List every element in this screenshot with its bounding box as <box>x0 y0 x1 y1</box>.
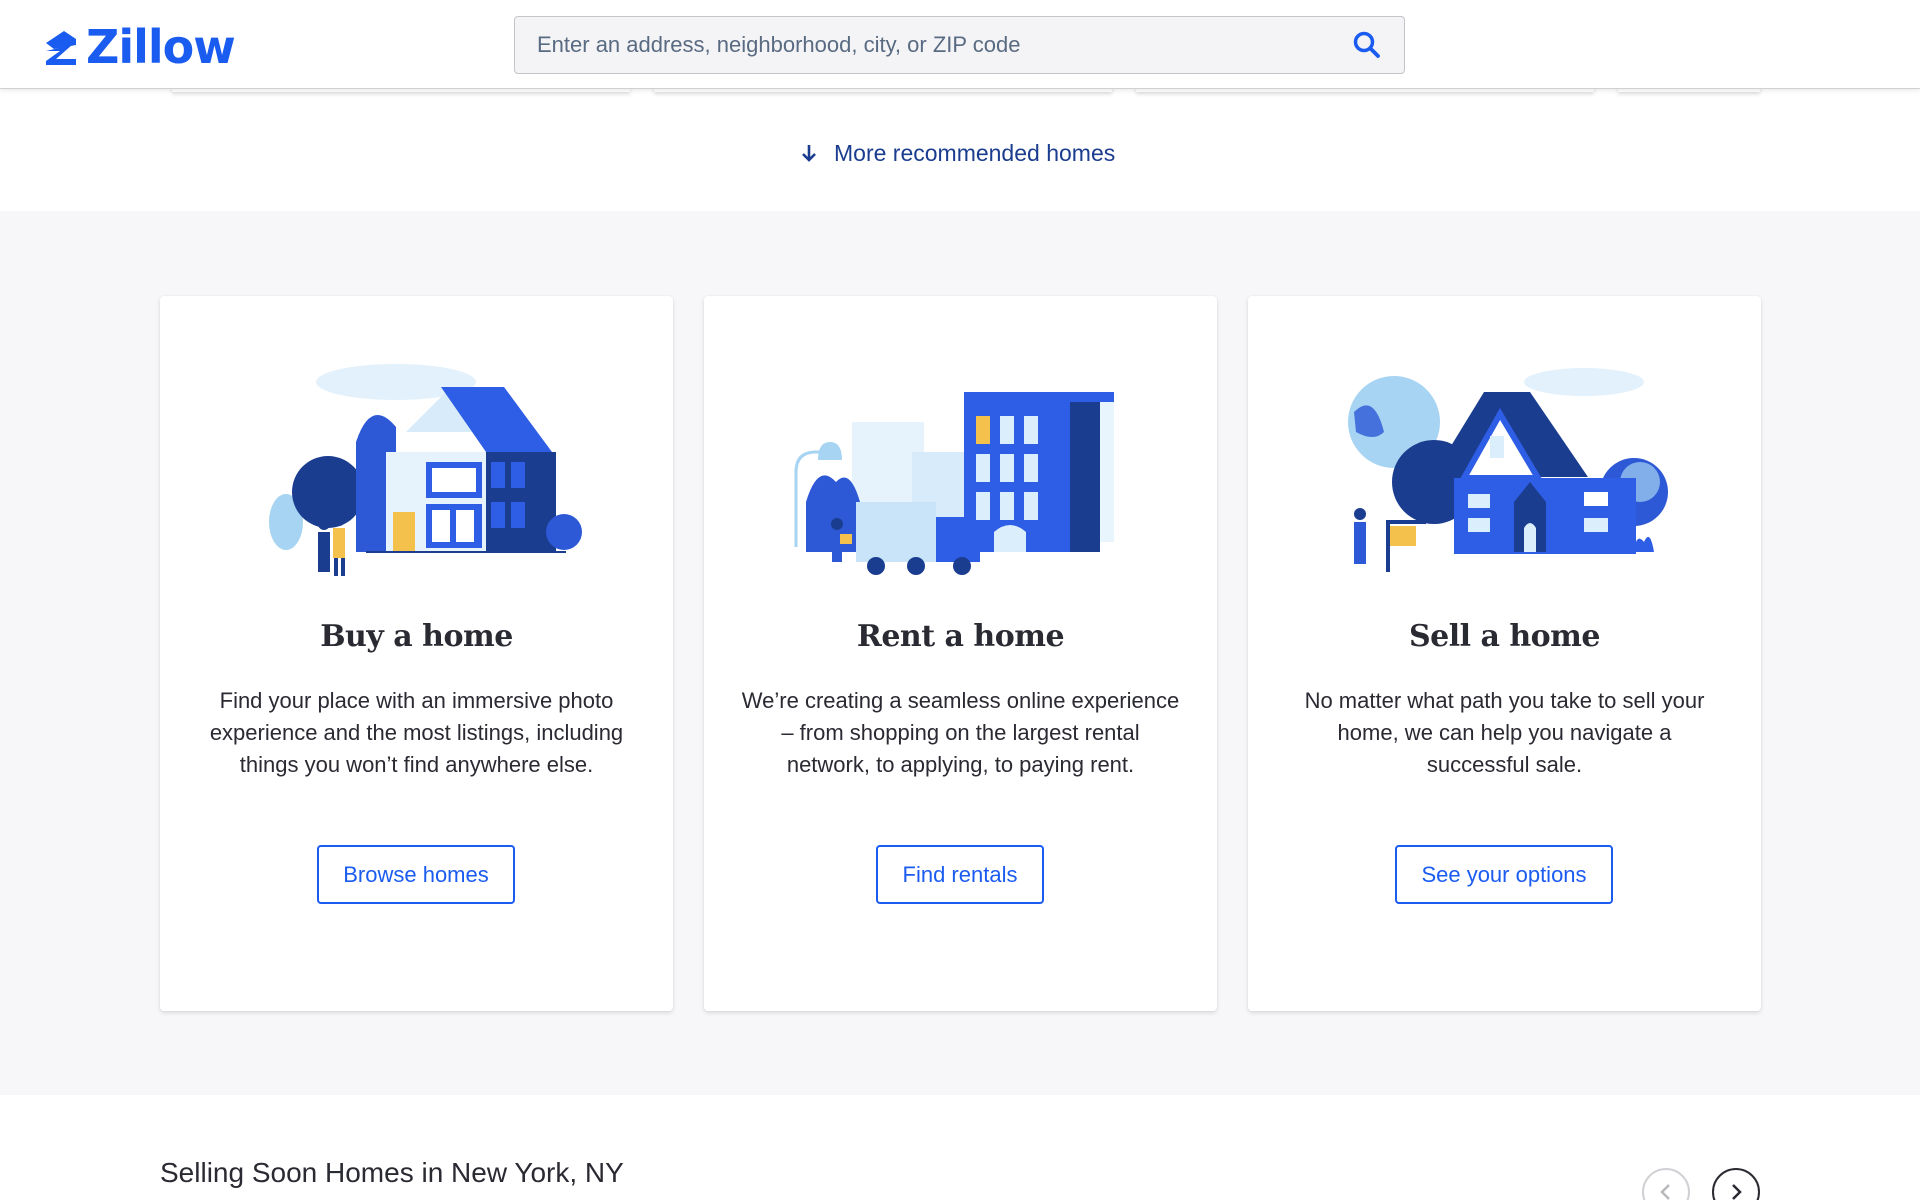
search-bar <box>514 16 1405 74</box>
card-title: Rent a home <box>856 619 1065 654</box>
find-rentals-button[interactable]: Find rentals <box>876 845 1044 904</box>
buy-a-home-card: Buy a home Find your place with an immer… <box>160 296 673 1011</box>
selling-soon-section-title: Selling Soon Homes in New York, NY <box>160 1157 624 1188</box>
zillow-logo[interactable]: Zillow <box>42 20 236 74</box>
sell-a-home-card: Sell a home No matter what path you take… <box>1248 296 1761 1011</box>
chevron-right-icon <box>1732 1184 1742 1200</box>
carousel-prev-button[interactable] <box>1642 1168 1690 1200</box>
search-button[interactable] <box>1352 30 1384 62</box>
house-with-couple-illustration <box>269 364 582 576</box>
arrow-down-icon <box>802 145 816 162</box>
card-description: No matter what path you take to sell you… <box>1304 688 1705 777</box>
card-title: Sell a home <box>1408 619 1601 654</box>
site-header: Zillow <box>0 0 1920 89</box>
more-recommended-homes-link[interactable]: More recommended homes <box>800 136 1115 170</box>
apartment-with-moving-truck-illustration <box>794 392 1114 575</box>
card-description: We’re creating a seamless online experie… <box>741 688 1180 777</box>
browse-homes-button[interactable]: Browse homes <box>317 845 515 904</box>
search-input[interactable] <box>515 17 1335 73</box>
chevron-left-icon <box>1660 1184 1670 1200</box>
card-title: Buy a home <box>320 619 513 654</box>
rent-a-home-card: Rent a home We’re creating a seamless on… <box>704 296 1217 1011</box>
search-icon <box>1353 31 1380 58</box>
zillow-logo-icon <box>46 31 76 65</box>
brand-name: Zillow <box>86 20 236 74</box>
more-recommended-homes-label: More recommended homes <box>834 139 1116 166</box>
carousel-next-button[interactable] <box>1712 1168 1760 1200</box>
house-with-sale-sign-illustration <box>1348 368 1668 572</box>
card-description: Find your place with an immersive photo … <box>209 688 624 777</box>
see-your-options-button[interactable]: See your options <box>1395 845 1613 904</box>
